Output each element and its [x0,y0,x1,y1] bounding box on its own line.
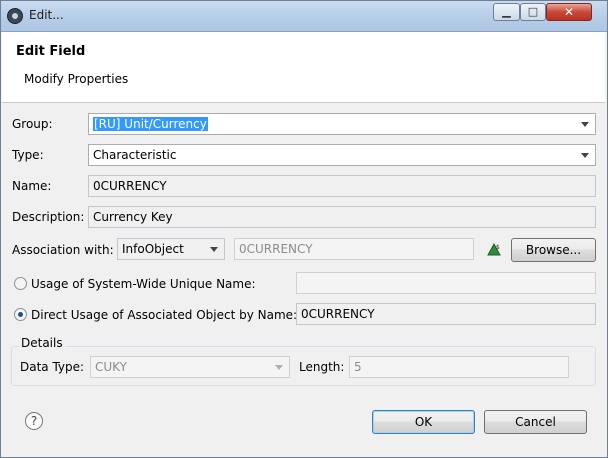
system-wide-name-field[interactable] [296,272,596,294]
group-selected-text: [RU] Unit/Currency [93,117,208,131]
type-label: Type: [12,148,44,162]
direct-usage-field[interactable]: 0CURRENCY [296,303,596,325]
system-wide-name-label: Usage of System-Wide Unique Name: [31,277,256,291]
window-title: Edit... [29,8,64,22]
group-label: Group: [12,117,53,131]
data-type-value: CUKY [95,360,127,374]
app-icon [7,8,23,24]
association-type-value: InfoObject [122,242,184,256]
chevron-down-icon[interactable] [210,247,218,252]
data-type-combo[interactable]: CUKY [90,356,290,378]
name-label: Name: [12,179,52,193]
type-value: Characteristic [93,148,177,162]
association-object-field[interactable]: 0CURRENCY [234,238,474,260]
group-combo[interactable]: [RU] Unit/Currency [88,113,596,135]
title-bar[interactable]: Edit... ▁ □ ✕ [1,1,607,32]
cancel-button[interactable]: Cancel [484,410,587,434]
description-label: Description: [12,210,85,224]
association-type-combo[interactable]: InfoObject [117,238,225,260]
direct-usage-label: Direct Usage of Associated Object by Nam… [31,308,298,322]
dialog-header: Edit Field Modify Properties [2,32,605,103]
chevron-down-icon[interactable] [581,122,589,127]
ok-button[interactable]: OK [372,410,475,434]
chevron-down-icon[interactable] [581,153,589,158]
green-triangle-dollar-icon[interactable]: $ [487,242,501,256]
help-icon[interactable]: ? [25,412,43,430]
maximize-button[interactable]: □ [520,3,546,21]
edit-dialog: Edit... ▁ □ ✕ Edit Field Modify Properti… [0,0,608,458]
minimize-button[interactable]: ▁ [493,3,520,21]
length-label: Length: [299,360,345,374]
page-subtitle: Modify Properties [24,72,129,86]
close-button[interactable]: ✕ [546,3,592,21]
details-legend: Details [19,336,65,350]
association-label: Association with: [12,243,114,257]
radio-system-wide-name[interactable] [14,277,27,290]
description-field[interactable]: Currency Key [88,206,596,228]
chevron-down-icon[interactable] [275,365,283,370]
svg-text:$: $ [496,244,500,251]
page-title: Edit Field [16,44,86,59]
data-type-label: Data Type: [20,360,85,374]
browse-button[interactable]: Browse... [511,238,596,262]
type-combo[interactable]: Characteristic [88,144,596,166]
name-field[interactable]: 0CURRENCY [88,175,596,197]
length-field[interactable]: 5 [349,356,569,378]
radio-direct-usage[interactable] [14,308,27,321]
